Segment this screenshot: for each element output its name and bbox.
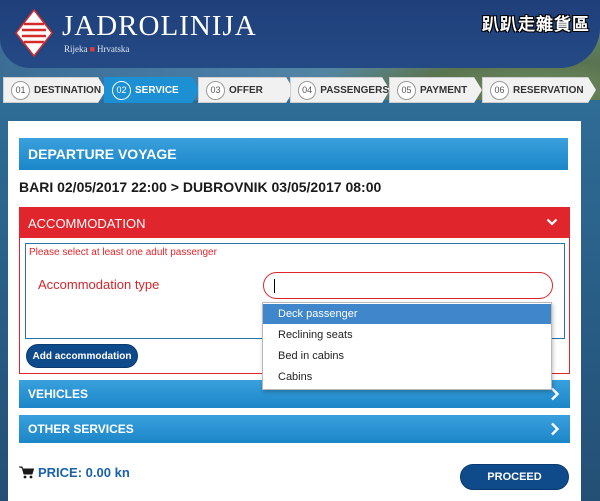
- step-number: 06: [490, 81, 509, 100]
- step-label: DESTINATION: [34, 84, 102, 96]
- add-accommodation-button[interactable]: Add accommodation: [26, 344, 138, 368]
- step-number: 01: [11, 81, 30, 100]
- proceed-button[interactable]: PROCEED: [460, 464, 569, 490]
- accommodation-type-dropdown[interactable]: Deck passenger Reclining seats Bed in ca…: [262, 302, 552, 390]
- other-services-section[interactable]: OTHER SERVICES: [19, 415, 570, 443]
- step-number: 03: [206, 81, 225, 100]
- price-display: PRICE: 0.00 kn: [19, 465, 130, 480]
- vehicles-title: VEHICLES: [28, 387, 89, 401]
- step-number: 02: [112, 81, 131, 100]
- watermark-text: 趴趴走雜貨區: [482, 15, 590, 35]
- logo-icon[interactable]: [14, 8, 54, 58]
- accommodation-type-label: Accommodation type: [38, 277, 160, 292]
- validation-warning: Please select at least one adult passeng…: [29, 247, 217, 258]
- brand-name[interactable]: JADROLINIJA: [62, 10, 257, 43]
- step-label: PASSENGERS: [320, 84, 389, 96]
- subtitle-dot-icon: ■: [89, 44, 95, 54]
- dropdown-option-reclining-seats[interactable]: Reclining seats: [263, 325, 551, 345]
- chevron-down-icon[interactable]: [546, 216, 558, 228]
- voyage-route: BARI 02/05/2017 22:00 > DUBROVNIK 03/05/…: [19, 179, 382, 195]
- brand-subtitle: Rijeka ■ Hrvatska: [64, 44, 129, 54]
- step-offer[interactable]: 03 OFFER: [198, 77, 294, 103]
- step-passengers[interactable]: 04 PASSENGERS: [290, 77, 390, 103]
- accommodation-type-select[interactable]: [263, 272, 553, 299]
- step-label: RESERVATION: [513, 84, 584, 96]
- step-service[interactable]: 02 SERVICE: [104, 77, 200, 103]
- dropdown-option-deck-passenger[interactable]: Deck passenger: [263, 304, 551, 324]
- step-payment[interactable]: 05 PAYMENT: [389, 77, 482, 103]
- section-title: DEPARTURE VOYAGE: [19, 138, 568, 170]
- price-label: PRICE: 0.00 kn: [38, 465, 130, 480]
- progress-steps: 01 DESTINATION 02 SERVICE 03 OFFER 04 PASSEN…: [0, 77, 600, 103]
- dropdown-option-bed-in-cabins[interactable]: Bed in cabins: [263, 346, 551, 366]
- cart-icon: [19, 466, 34, 479]
- chevron-right-icon[interactable]: [550, 422, 560, 436]
- step-label: PAYMENT: [420, 84, 468, 96]
- step-label: SERVICE: [135, 84, 179, 96]
- dropdown-option-cabins[interactable]: Cabins: [263, 367, 551, 387]
- step-label: OFFER: [229, 84, 263, 96]
- step-reservation[interactable]: 06 RESERVATION: [482, 77, 596, 103]
- subtitle-country: Hrvatska: [96, 44, 130, 54]
- step-number: 05: [397, 81, 416, 100]
- step-number: 04: [298, 81, 316, 100]
- accommodation-title: ACCOMMODATION: [28, 215, 146, 231]
- step-destination[interactable]: 01 DESTINATION: [3, 77, 106, 103]
- accommodation-header[interactable]: ACCOMMODATION: [20, 208, 569, 238]
- subtitle-city: Rijeka: [64, 44, 88, 54]
- other-services-title: OTHER SERVICES: [28, 422, 134, 436]
- text-cursor: [274, 279, 275, 293]
